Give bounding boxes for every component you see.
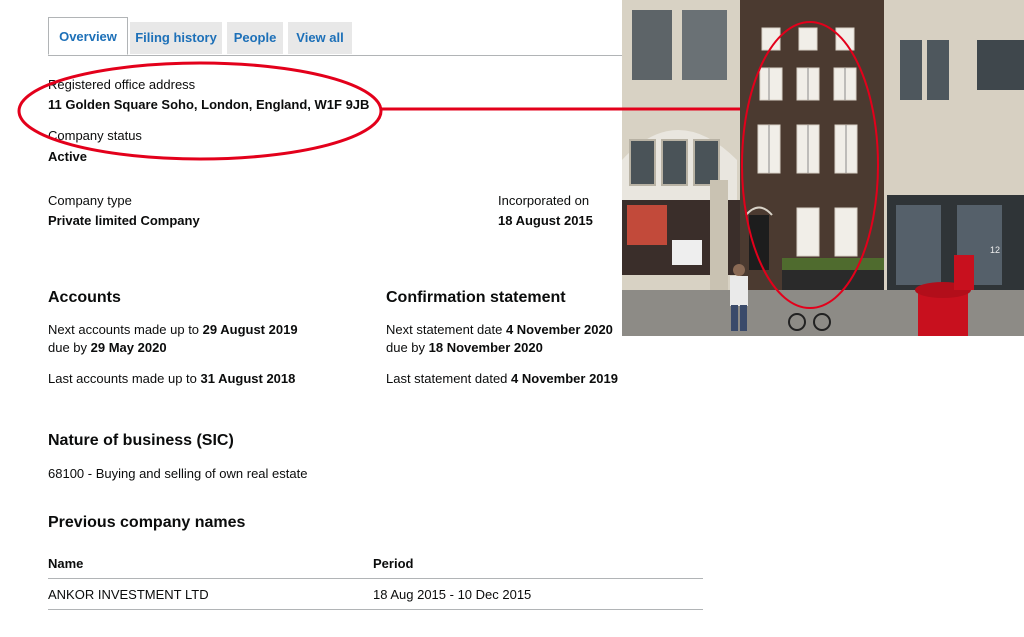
previous-names-heading: Previous company names	[48, 514, 246, 531]
accounts-last: Last accounts made up to 31 August 2018	[48, 371, 295, 386]
incorporated-label: Incorporated on	[498, 193, 590, 208]
accounts-due-prefix: due by	[48, 340, 91, 355]
table-row-divider	[48, 609, 703, 610]
table-cell-period: 18 Aug 2015 - 10 Dec 2015	[373, 587, 532, 602]
confirmation-due-prefix: due by	[386, 340, 429, 355]
accounts-next-prefix: Next accounts made up to	[48, 322, 203, 337]
confirmation-next-prefix: Next statement date	[386, 322, 506, 337]
company-type-label: Company type	[48, 193, 132, 208]
confirmation-last: Last statement dated 4 November 2019	[386, 371, 618, 386]
registered-office-value: 11 Golden Square Soho, London, England, …	[48, 97, 370, 112]
confirmation-heading: Confirmation statement	[386, 289, 566, 306]
confirmation-next-date: 4 November 2020	[505, 322, 613, 337]
tab-filing-history[interactable]: Filing history	[130, 22, 222, 54]
nature-heading: Nature of business (SIC)	[48, 432, 234, 449]
tab-people[interactable]: People	[227, 22, 283, 54]
nature-value: 68100 - Buying and selling of own real e…	[48, 466, 308, 481]
accounts-heading: Accounts	[48, 289, 121, 306]
tab-overview[interactable]: Overview	[48, 17, 128, 55]
confirmation-due-date: 18 November 2020	[428, 340, 543, 355]
tab-bar: Overview Filing history People View all	[48, 17, 628, 56]
accounts-last-prefix: Last accounts made up to	[48, 371, 201, 386]
building-number: 12	[990, 245, 1000, 255]
company-type-value: Private limited Company	[48, 213, 200, 228]
building-photo: 12	[622, 0, 1024, 336]
company-status-value: Active	[48, 149, 88, 164]
table-header-divider	[48, 578, 703, 579]
accounts-due-date: 29 May 2020	[90, 340, 167, 355]
column-header-period: Period	[373, 556, 414, 571]
tab-view-all[interactable]: View all	[288, 22, 352, 54]
accounts-next: Next accounts made up to 29 August 2019	[48, 322, 298, 337]
registered-office-label: Registered office address	[48, 77, 196, 92]
confirmation-last-date: 4 November 2019	[511, 371, 618, 386]
accounts-last-date: 31 August 2018	[200, 371, 296, 386]
incorporated-value: 18 August 2015	[498, 213, 593, 228]
company-status-label: Company status	[48, 128, 142, 143]
confirmation-last-prefix: Last statement dated	[386, 371, 512, 386]
confirmation-next: Next statement date 4 November 2020	[386, 322, 613, 337]
accounts-due: due by 29 May 2020	[48, 340, 167, 355]
confirmation-due: due by 18 November 2020	[386, 340, 543, 355]
table-cell-name: ANKOR INVESTMENT LTD	[48, 587, 209, 602]
column-header-name: Name	[48, 556, 84, 571]
accounts-next-date: 29 August 2019	[202, 322, 298, 337]
